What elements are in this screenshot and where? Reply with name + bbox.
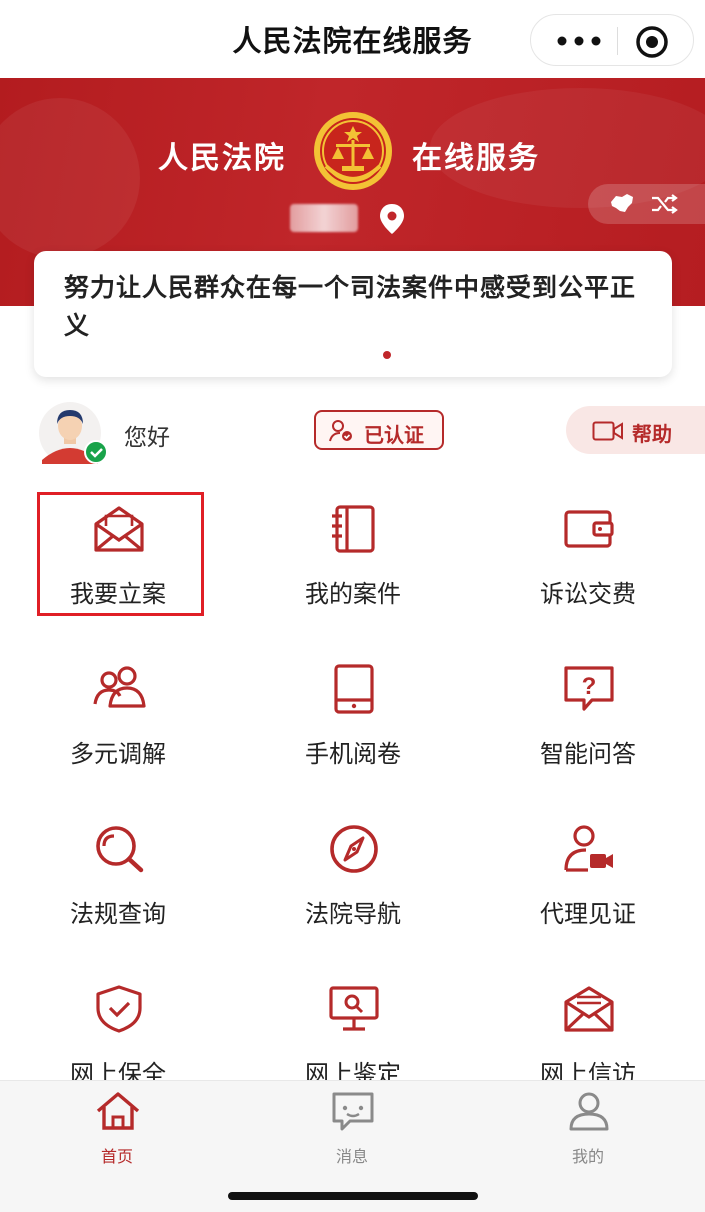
service-label: 手机阅卷 bbox=[305, 740, 401, 768]
location-pin-icon[interactable] bbox=[378, 202, 406, 236]
profile-icon bbox=[569, 1092, 609, 1131]
service-smart-qa[interactable]: ? 智能问答 bbox=[488, 664, 688, 774]
service-preservation[interactable]: 网上保全 bbox=[18, 984, 218, 1094]
service-label: 多元调解 bbox=[70, 740, 166, 768]
avatar[interactable] bbox=[36, 402, 108, 464]
tab-label: 首页 bbox=[100, 1147, 133, 1166]
user-video-icon bbox=[564, 825, 613, 872]
shield-check-icon bbox=[96, 985, 142, 1033]
slogan-text: 努力让人民群众在每一个司法案件中感受到公平正义 bbox=[64, 273, 637, 340]
banner-title-left: 人民法院 bbox=[158, 141, 286, 176]
tab-messages[interactable]: 消息 bbox=[292, 1091, 412, 1166]
close-target-icon[interactable] bbox=[635, 25, 669, 59]
slogan-card[interactable]: 努力让人民群众在每一个司法案件中感受到公平正义 bbox=[34, 251, 672, 377]
svg-text:?: ? bbox=[582, 673, 597, 700]
china-map-icon bbox=[611, 194, 633, 212]
message-icon bbox=[332, 1092, 374, 1131]
mail-letter-icon bbox=[564, 986, 614, 1032]
tab-profile[interactable]: 我的 bbox=[528, 1091, 648, 1166]
more-icon[interactable] bbox=[553, 27, 611, 55]
service-label: 法规查询 bbox=[70, 900, 166, 928]
monitor-search-icon bbox=[329, 986, 379, 1031]
banner-decoration bbox=[0, 98, 140, 258]
tab-label: 消息 bbox=[335, 1147, 368, 1166]
service-payment[interactable]: 诉讼交费 bbox=[488, 504, 688, 614]
tablet-icon bbox=[334, 664, 374, 714]
video-camera-icon bbox=[592, 421, 623, 441]
people-icon bbox=[93, 666, 146, 708]
wallet-icon bbox=[564, 510, 614, 548]
service-label: 法院导航 bbox=[305, 900, 401, 928]
service-agent-witness[interactable]: 代理见证 bbox=[488, 824, 688, 934]
mini-program-capsule bbox=[530, 14, 694, 66]
help-button[interactable]: 帮助 bbox=[566, 406, 705, 454]
service-label: 智能问答 bbox=[540, 740, 636, 768]
service-court-nav[interactable]: 法院导航 bbox=[253, 824, 453, 934]
verified-label: 已认证 bbox=[364, 423, 424, 447]
service-petition[interactable]: 网上信访 bbox=[488, 984, 688, 1094]
user-verified-icon bbox=[329, 420, 352, 442]
tab-label: 我的 bbox=[571, 1147, 604, 1166]
title-bar: 人民法院在线服务 bbox=[0, 0, 705, 78]
highlight-box bbox=[37, 492, 204, 616]
home-indicator[interactable] bbox=[228, 1192, 478, 1200]
help-label: 帮助 bbox=[632, 422, 672, 446]
question-bubble-icon: ? bbox=[564, 666, 614, 711]
shuffle-icon bbox=[652, 194, 678, 214]
app-page: 人民法院在线服务 人民法院 在线服务 努力让人民群众在每一个司法案件中感受到公平… bbox=[0, 0, 705, 1212]
tab-home[interactable]: 首页 bbox=[57, 1091, 177, 1166]
capsule-divider bbox=[617, 27, 618, 55]
search-icon bbox=[96, 826, 144, 873]
location-name[interactable] bbox=[290, 204, 358, 232]
notebook-icon bbox=[332, 505, 375, 553]
service-my-cases[interactable]: 我的案件 bbox=[253, 504, 453, 614]
greeting-text: 您好 bbox=[124, 425, 170, 451]
service-label: 诉讼交费 bbox=[540, 580, 636, 608]
service-appraisal[interactable]: 网上鉴定 bbox=[253, 984, 453, 1094]
service-label: 代理见证 bbox=[540, 900, 636, 928]
verified-badge[interactable]: 已认证 bbox=[314, 410, 444, 450]
service-mediation[interactable]: 多元调解 bbox=[18, 664, 218, 774]
home-icon bbox=[96, 1092, 140, 1130]
court-emblem-icon bbox=[314, 112, 392, 190]
service-mobile-review[interactable]: 手机阅卷 bbox=[253, 664, 453, 774]
carousel-indicator bbox=[383, 351, 391, 359]
service-label: 我的案件 bbox=[305, 580, 401, 608]
compass-icon bbox=[330, 825, 378, 873]
service-law-search[interactable]: 法规查询 bbox=[18, 824, 218, 934]
banner-title-right: 在线服务 bbox=[412, 141, 540, 176]
court-switch-button[interactable] bbox=[588, 184, 705, 224]
